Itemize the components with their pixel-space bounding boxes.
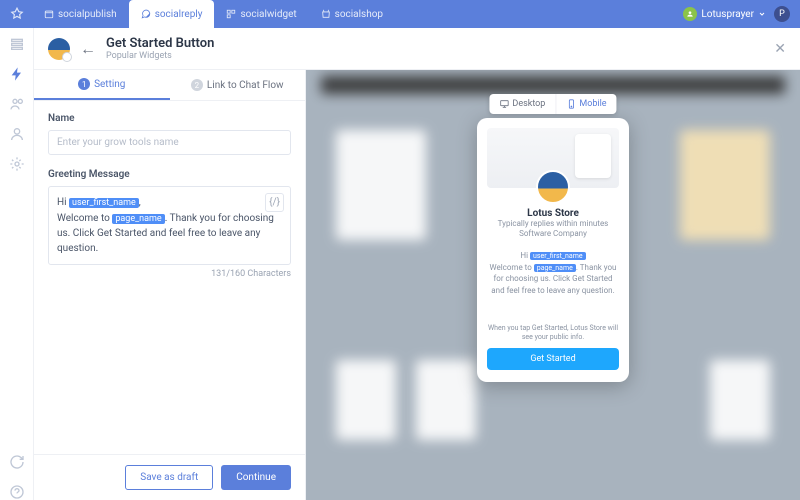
insert-variable-button[interactable]: {/} — [265, 193, 284, 212]
settings-panel: 1 Setting 2 Link to Chat Flow Name Greet… — [34, 70, 306, 500]
name-input[interactable] — [48, 130, 291, 155]
subtab-setting[interactable]: 1 Setting — [34, 70, 170, 100]
close-button[interactable]: ✕ — [774, 41, 786, 57]
user-area: Lotusprayer P — [683, 6, 790, 22]
variable-tag-user-first-name: user_first_name — [530, 252, 586, 260]
toggle-label: Desktop — [512, 99, 545, 109]
get-started-button[interactable]: Get Started — [487, 348, 619, 370]
greeting-text: Welcome to — [57, 213, 112, 224]
app-tabs: socialpublish socialreply socialwidget s… — [32, 0, 683, 28]
mobile-toggle[interactable]: Mobile — [555, 94, 616, 114]
help-icon[interactable] — [9, 484, 25, 500]
list-icon[interactable] — [9, 36, 25, 52]
subtab-label: Link to Chat Flow — [207, 80, 284, 91]
username-dropdown[interactable]: Lotusprayer — [683, 7, 766, 21]
mobile-icon — [566, 99, 576, 109]
store-avatar-icon — [536, 170, 570, 204]
user-status-icon — [683, 7, 697, 21]
greeting-field-label: Greeting Message — [48, 169, 291, 180]
tab-label: socialreply — [155, 9, 203, 20]
settings-subtabs: 1 Setting 2 Link to Chat Flow — [34, 70, 305, 101]
greeting-text: , — [139, 197, 141, 208]
gear-icon[interactable] — [9, 156, 25, 172]
save-draft-button[interactable]: Save as draft — [125, 465, 213, 490]
tab-socialshop[interactable]: socialshop — [309, 0, 395, 28]
brand-logo-icon — [10, 7, 24, 21]
step-badge: 2 — [191, 79, 203, 91]
page-subtitle: Popular Widgets — [106, 51, 214, 61]
tab-socialpublish[interactable]: socialpublish — [32, 0, 129, 28]
company-type-line: Software Company — [487, 229, 619, 239]
refresh-icon[interactable] — [9, 454, 25, 470]
tab-socialreply[interactable]: socialreply — [129, 0, 215, 28]
chevron-down-icon — [758, 10, 766, 18]
chat-icon — [141, 9, 151, 19]
msg-text: Welcome to — [490, 263, 534, 272]
back-button[interactable]: ← — [80, 39, 96, 59]
tab-label: socialpublish — [58, 9, 117, 20]
profile-badge-letter: P — [779, 9, 785, 19]
greeting-textarea[interactable]: {/} Hi user_first_name, Welcome to page_… — [48, 186, 291, 265]
greeting-preview: Hi user_first_name Welcome to page_name.… — [487, 250, 619, 296]
users-icon[interactable] — [9, 96, 25, 112]
variable-tag-page-name[interactable]: page_name — [112, 214, 164, 224]
person-icon[interactable] — [9, 126, 25, 142]
continue-button[interactable]: Continue — [221, 465, 291, 490]
page-avatar-icon — [48, 38, 70, 60]
variable-tag-user-first-name[interactable]: user_first_name — [69, 198, 139, 208]
profile-badge[interactable]: P — [774, 6, 790, 22]
phone-preview: Lotus Store Typically replies within min… — [477, 118, 629, 382]
desktop-toggle[interactable]: Desktop — [489, 94, 555, 114]
greeting-text: Hi — [57, 197, 69, 208]
subtab-label: Setting — [94, 79, 125, 90]
toggle-label: Mobile — [579, 99, 606, 109]
store-name: Lotus Store — [487, 208, 619, 219]
top-navbar: socialpublish socialreply socialwidget s… — [0, 0, 800, 28]
page-title: Get Started Button — [106, 36, 214, 51]
desktop-icon — [499, 99, 509, 109]
widget-icon — [226, 9, 236, 19]
form-footer: Save as draft Continue — [34, 454, 305, 500]
page-header: ← Get Started Button Popular Widgets ✕ — [34, 28, 800, 70]
shop-icon — [321, 9, 331, 19]
tab-socialwidget[interactable]: socialwidget — [214, 0, 308, 28]
step-badge: 1 — [78, 78, 90, 90]
msg-text: Hi — [520, 251, 530, 260]
reply-time-line: Typically replies within minutes — [487, 219, 619, 229]
variable-tag-page-name: page_name — [534, 264, 576, 272]
bolt-icon[interactable] — [9, 66, 25, 82]
left-sidebar — [0, 28, 34, 500]
tab-label: socialshop — [335, 9, 383, 20]
privacy-info: When you tap Get Started, Lotus Store wi… — [487, 324, 619, 342]
preview-pane: Desktop Mobile Lotus Store Typically rep… — [306, 70, 800, 500]
character-count: 131/160 Characters — [48, 269, 291, 279]
tab-label: socialwidget — [240, 9, 296, 20]
name-field-label: Name — [48, 113, 291, 124]
subtab-link-chat-flow[interactable]: 2 Link to Chat Flow — [170, 70, 306, 100]
calendar-icon — [44, 9, 54, 19]
device-toggle: Desktop Mobile — [489, 94, 616, 114]
username-label: Lotusprayer — [701, 9, 754, 20]
